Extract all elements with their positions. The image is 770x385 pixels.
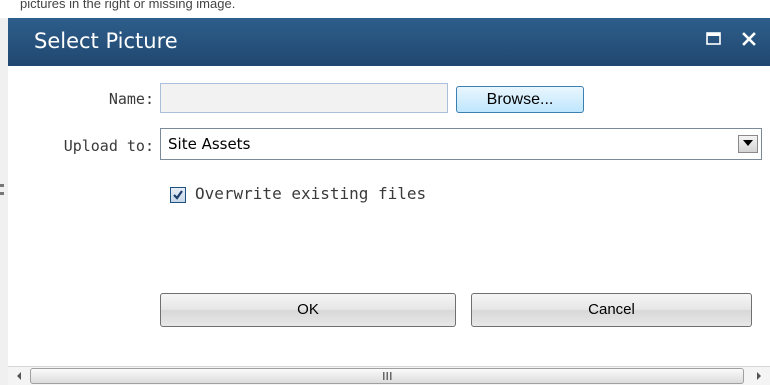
upload-to-select[interactable]: Site Assets bbox=[160, 128, 762, 160]
name-input[interactable] bbox=[160, 83, 448, 113]
arrow-left-icon[interactable] bbox=[11, 368, 28, 384]
overwrite-label[interactable]: Overwrite existing files bbox=[195, 184, 426, 203]
upload-to-label: Upload to: bbox=[63, 137, 154, 155]
dialog-titlebar[interactable]: Select Picture bbox=[8, 18, 770, 66]
close-icon[interactable] bbox=[738, 28, 760, 50]
horizontal-scrollbar[interactable] bbox=[8, 366, 770, 385]
background-page-strip: pictures in the right or missing image. bbox=[0, 0, 770, 18]
dialog-body: Name: Browse... Upload to: Site Assets O… bbox=[8, 66, 770, 366]
background-edge bbox=[0, 170, 5, 210]
cancel-button[interactable]: Cancel bbox=[471, 293, 752, 327]
background-caption: pictures in the right or missing image. bbox=[20, 0, 236, 11]
grip-icon bbox=[383, 372, 392, 380]
maximize-icon[interactable] bbox=[703, 28, 725, 50]
select-picture-dialog: Select Picture Name: Browse... Upload to… bbox=[8, 18, 770, 385]
name-label: Name: bbox=[108, 90, 154, 108]
browse-button[interactable]: Browse... bbox=[456, 86, 584, 113]
scrollbar-thumb[interactable] bbox=[30, 368, 744, 384]
chevron-down-icon[interactable] bbox=[738, 135, 758, 153]
screen: pictures in the right or missing image. … bbox=[0, 0, 770, 385]
upload-to-selected-value: Site Assets bbox=[168, 135, 251, 153]
arrow-right-icon[interactable] bbox=[750, 368, 767, 384]
overwrite-checkbox[interactable] bbox=[170, 187, 186, 203]
ok-button[interactable]: OK bbox=[160, 293, 456, 327]
dialog-title: Select Picture bbox=[34, 29, 178, 53]
